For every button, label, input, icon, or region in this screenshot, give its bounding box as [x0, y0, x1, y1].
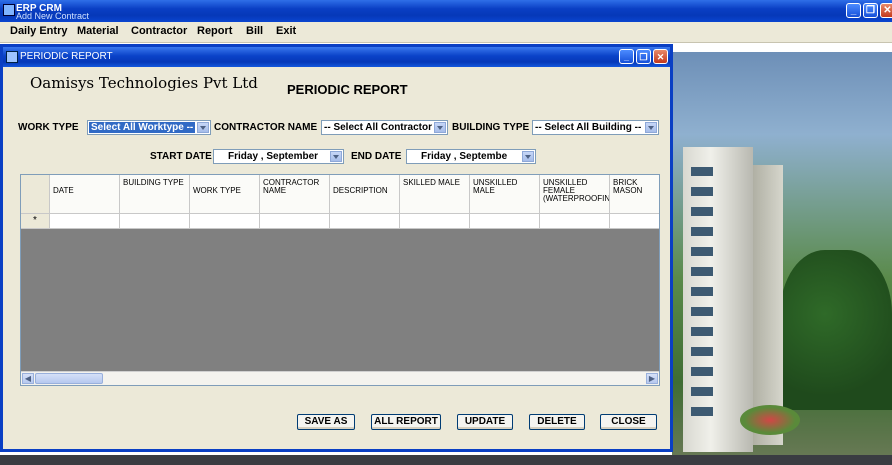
minimize-button[interactable]: _: [846, 3, 861, 18]
child-close-button[interactable]: ✕: [653, 49, 668, 64]
grid-corner: [21, 175, 50, 214]
background-garden: [740, 405, 800, 435]
column-header-date[interactable]: DATE: [50, 175, 120, 214]
building-type-label: BUILDING TYPE: [452, 122, 530, 133]
report-heading: PERIODIC REPORT: [287, 82, 408, 97]
periodic-report-window-title: PERIODIC REPORT: [20, 51, 113, 62]
horizontal-scrollbar[interactable]: ◀ ▶: [21, 371, 659, 385]
chevron-down-icon[interactable]: [434, 122, 446, 133]
column-header-building-type[interactable]: BUILDING TYPE: [120, 175, 190, 214]
building-type-value: -- Select All Building --: [535, 122, 642, 133]
scroll-right-icon[interactable]: ▶: [646, 373, 658, 384]
grid-cell[interactable]: [260, 214, 330, 229]
building-type-select[interactable]: -- Select All Building --: [532, 120, 659, 135]
end-date-value: Friday , Septembe: [421, 151, 508, 162]
save-as-button[interactable]: SAVE AS: [297, 414, 355, 430]
background-building-side: [753, 165, 783, 445]
report-data-grid[interactable]: DATE BUILDING TYPE WORK TYPE CONTRACTOR …: [20, 174, 660, 386]
close-button[interactable]: CLOSE: [600, 414, 657, 430]
chevron-down-icon[interactable]: [197, 122, 209, 133]
grid-cell[interactable]: [540, 214, 610, 229]
column-header-unskilled-female[interactable]: UNSKILLED FEMALE (WATERPROOFIN: [540, 175, 610, 214]
bottom-strip: [0, 455, 892, 465]
app-icon: [3, 4, 15, 16]
delete-button[interactable]: DELETE: [529, 414, 585, 430]
grid-cell[interactable]: [190, 214, 260, 229]
start-date-picker[interactable]: Friday , September: [213, 149, 344, 164]
app-title: ERP CRM: [16, 3, 62, 14]
calendar-dropdown-icon[interactable]: [522, 151, 534, 162]
grid-cell[interactable]: [610, 214, 659, 229]
start-date-value: Friday , September: [228, 151, 319, 162]
table-row[interactable]: *: [21, 214, 659, 229]
menu-report[interactable]: Report: [197, 25, 232, 37]
menu-exit[interactable]: Exit: [276, 25, 296, 37]
end-date-label: END DATE: [351, 151, 402, 162]
column-header-skilled-male[interactable]: SKILLED MALE: [400, 175, 470, 214]
restore-button[interactable]: ❐: [863, 3, 878, 18]
column-header-work-type[interactable]: WORK TYPE: [190, 175, 260, 214]
new-row-marker: *: [21, 214, 50, 229]
scroll-left-icon[interactable]: ◀: [22, 373, 34, 384]
grid-header: DATE BUILDING TYPE WORK TYPE CONTRACTOR …: [21, 175, 659, 214]
chevron-down-icon[interactable]: [645, 122, 657, 133]
contractor-name-select[interactable]: -- Select All Contractor: [321, 120, 448, 135]
work-type-value: Select All Worktype --: [89, 122, 196, 133]
close-window-button[interactable]: ✕: [880, 3, 892, 18]
work-type-select[interactable]: Select All Worktype --: [87, 120, 211, 135]
menu-material[interactable]: Material: [77, 25, 119, 37]
start-date-label: START DATE: [150, 151, 212, 162]
menu-contractor[interactable]: Contractor: [131, 25, 187, 37]
grid-cell[interactable]: [470, 214, 540, 229]
end-date-picker[interactable]: Friday , Septembe: [406, 149, 536, 164]
grid-cell[interactable]: [330, 214, 400, 229]
company-name: Oamisys Technologies Pvt Ltd: [30, 74, 258, 92]
all-report-button[interactable]: ALL REPORT: [371, 414, 441, 430]
menu-bill[interactable]: Bill: [246, 25, 263, 37]
menu-daily-entry[interactable]: Daily Entry: [10, 25, 67, 37]
periodic-report-title-bar[interactable]: PERIODIC REPORT _ ❐ ✕: [3, 47, 670, 67]
column-header-description[interactable]: DESCRIPTION: [330, 175, 400, 214]
grid-cell[interactable]: [50, 214, 120, 229]
scroll-thumb[interactable]: [35, 373, 103, 384]
column-header-brick-mason[interactable]: BRICK MASON: [610, 175, 659, 214]
background-trees: [780, 250, 892, 410]
background-building: [683, 147, 753, 452]
grid-cell[interactable]: [400, 214, 470, 229]
calendar-dropdown-icon[interactable]: [330, 151, 342, 162]
child-minimize-button[interactable]: _: [619, 49, 634, 64]
child-maximize-button[interactable]: ❐: [636, 49, 651, 64]
column-header-unskilled-male[interactable]: UNSKILLED MALE: [470, 175, 540, 214]
grid-cell[interactable]: [120, 214, 190, 229]
contractor-name-value: -- Select All Contractor: [324, 122, 432, 133]
column-header-contractor-name[interactable]: CONTRACTOR NAME: [260, 175, 330, 214]
work-type-label: WORK TYPE: [18, 122, 79, 133]
app-title-bar: Add New Contract ERP CRM _ ❐ ✕: [0, 0, 892, 22]
contractor-name-label: CONTRACTOR NAME: [214, 122, 318, 133]
report-window-icon: [6, 51, 18, 63]
periodic-report-window: PERIODIC REPORT _ ❐ ✕ Oamisys Technologi…: [0, 44, 673, 452]
menu-bar: Daily Entry Material Contractor Report B…: [0, 22, 892, 43]
update-button[interactable]: UPDATE: [457, 414, 513, 430]
